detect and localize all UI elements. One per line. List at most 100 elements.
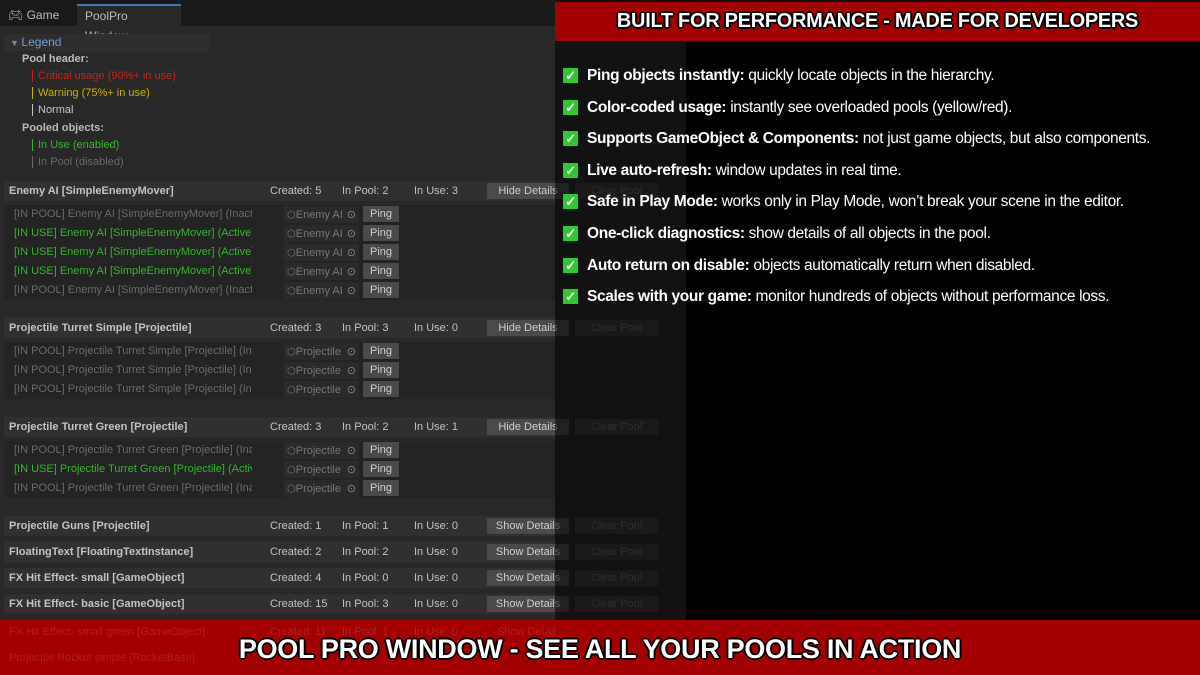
feature-description: objects automatically return when disabl… xyxy=(749,256,1035,274)
cube-icon: ⬡ xyxy=(287,286,296,297)
object-field-name: Projectile xyxy=(295,464,341,476)
legend-in-use: In Use (enabled) xyxy=(32,139,119,151)
pool-in-pool-count: In Pool: 1 xyxy=(342,520,389,532)
ping-button[interactable]: Ping xyxy=(363,442,399,458)
ping-button[interactable]: Ping xyxy=(363,244,399,260)
object-picker-icon[interactable]: ⊙ xyxy=(347,381,356,398)
legend-in-pool: In Pool (disabled) xyxy=(32,156,124,168)
pooled-object-label: [IN USE] Enemy AI [SimpleEnemyMover] (Ac… xyxy=(14,265,252,277)
pool-created-count: Created: 2 xyxy=(270,546,322,558)
pool-header: FX Hit Effect- small [GameObject] Created… xyxy=(4,568,658,588)
ping-button[interactable]: Ping xyxy=(363,263,399,279)
pool-in-pool-count: In Pool: 3 xyxy=(342,322,389,334)
object-picker-icon[interactable]: ⊙ xyxy=(347,480,356,497)
object-field-name: Projectile xyxy=(295,445,341,457)
pool-in-pool-count: In Pool: 2 xyxy=(342,421,389,433)
feature-description: works only in Play Mode, won’t break you… xyxy=(717,193,1125,211)
ping-button[interactable]: Ping xyxy=(363,225,399,241)
object-field[interactable]: ⬡Projectile ⊙ xyxy=(284,461,359,478)
tab-game[interactable]: 🎮︎ Game xyxy=(0,4,67,26)
object-field[interactable]: ⬡Projectile ⊙ xyxy=(284,381,359,398)
ping-button[interactable]: Ping xyxy=(363,480,399,496)
object-picker-icon[interactable]: ⊙ xyxy=(347,282,356,299)
pool-created-count: Created: 1 xyxy=(270,520,322,532)
checkbox-checked-icon: ✓ xyxy=(562,225,579,242)
checkbox-checked-icon: ✓ xyxy=(562,130,579,148)
checkbox-checked-icon: ✓ xyxy=(562,161,579,179)
pool-in-use-count: In Use: 0 xyxy=(414,520,459,532)
pool-in-use-count: In Use: 0 xyxy=(414,572,459,584)
object-picker-icon[interactable]: ⊙ xyxy=(347,362,356,379)
pooled-object-label: [IN POOL] Projectile Turret Simple [Proj… xyxy=(14,383,252,395)
ping-button[interactable]: Ping xyxy=(363,461,399,477)
cube-icon: ⬡ xyxy=(287,446,296,457)
feature-text: Auto return on disable: objects automati… xyxy=(587,256,1035,276)
pooled-object-row: [IN USE] Enemy AI [SimpleEnemyMover] (Ac… xyxy=(4,262,555,281)
pool-name: Projectile Turret Green [Projectile] xyxy=(9,421,188,433)
feature-title: Color-coded usage: xyxy=(587,98,727,116)
object-field[interactable]: ⬡Enemy AI ⊙ xyxy=(284,225,359,242)
object-field-name: Enemy AI xyxy=(295,266,343,278)
pooled-object-row: [IN POOL] Enemy AI [SimpleEnemyMover] (I… xyxy=(4,205,555,224)
object-field[interactable]: ⬡Enemy AI ⊙ xyxy=(284,244,359,261)
object-picker-icon[interactable]: ⊙ xyxy=(347,442,356,459)
pool-in-use-count: In Use: 0 xyxy=(414,322,459,334)
object-picker-icon[interactable]: ⊙ xyxy=(347,263,356,280)
legend-normal: Normal xyxy=(32,104,73,116)
feature-title: Supports GameObject & Components: xyxy=(587,130,859,148)
gamepad-icon: 🎮︎ xyxy=(8,8,27,22)
object-field[interactable]: ⬡Projectile ⊙ xyxy=(284,362,359,379)
pooled-object-row: [IN USE] Projectile Turret Green [Projec… xyxy=(4,460,555,479)
feature-text: Color-coded usage: instantly see overloa… xyxy=(587,98,1012,118)
object-picker-icon[interactable]: ⊙ xyxy=(347,343,356,360)
pool-created-count: Created: 3 xyxy=(270,421,322,433)
pooled-object-row: [IN POOL] Enemy AI [SimpleEnemyMover] (I… xyxy=(4,281,555,300)
object-field-name: Projectile xyxy=(295,384,341,396)
cube-icon: ⬡ xyxy=(287,248,296,259)
object-field-name: Projectile xyxy=(295,483,341,495)
object-picker-icon[interactable]: ⊙ xyxy=(347,206,356,223)
cube-icon: ⬡ xyxy=(287,465,296,476)
foldout-triangle-icon: ▼ xyxy=(10,38,22,48)
checkbox-checked-icon: ✓ xyxy=(562,67,579,84)
feature-text: One-click diagnostics: show details of a… xyxy=(587,224,991,244)
top-banner-title: BUILT FOR PERFORMANCE - MADE FOR DEVELOP… xyxy=(616,10,1139,32)
feature-description: quickly locate objects in the hierarchy. xyxy=(744,67,995,84)
pool-in-pool-count: In Pool: 0 xyxy=(342,572,389,584)
object-field[interactable]: ⬡Enemy AI ⊙ xyxy=(284,282,359,299)
feature-description: instantly see overloaded pools (yellow/r… xyxy=(726,98,1013,116)
checkbox-checked-icon: ✓ xyxy=(562,193,579,211)
legend-foldout[interactable]: ▼ Legend xyxy=(4,34,209,51)
cube-icon: ⬡ xyxy=(287,210,296,221)
ping-button[interactable]: Ping xyxy=(363,282,399,298)
ping-button[interactable]: Ping xyxy=(363,343,399,359)
object-field[interactable]: ⬡Enemy AI ⊙ xyxy=(284,263,359,280)
feature-title: One-click diagnostics: xyxy=(587,225,745,242)
object-picker-icon[interactable]: ⊙ xyxy=(347,225,356,242)
object-field[interactable]: ⬡Projectile ⊙ xyxy=(284,480,359,497)
pooled-object-label: [IN USE] Enemy AI [SimpleEnemyMover] (Ac… xyxy=(14,227,252,239)
pool-header: Projectile Turret Green [Projectile] Crea… xyxy=(4,417,658,437)
ping-button[interactable]: Ping xyxy=(363,206,399,222)
object-picker-icon[interactable]: ⊙ xyxy=(347,461,356,478)
tab-poolpro-window[interactable]: PoolPro Window xyxy=(77,4,181,43)
ping-button[interactable]: Ping xyxy=(363,362,399,378)
ping-button[interactable]: Ping xyxy=(363,381,399,397)
pool-header: Projectile Guns [Projectile] Created: 1 In… xyxy=(4,516,658,536)
pool-created-count: Created: 5 xyxy=(270,185,322,197)
object-field[interactable]: ⬡Projectile ⊙ xyxy=(284,343,359,360)
pooled-object-label: [IN USE] Projectile Turret Green [Projec… xyxy=(14,463,252,475)
pool-in-use-count: In Use: 3 xyxy=(414,185,459,197)
object-field[interactable]: ⬡Enemy AI ⊙ xyxy=(284,206,359,223)
pool-header: FX Hit Effect- basic [GameObject] Created… xyxy=(4,594,658,614)
pool-name: Enemy AI [SimpleEnemyMover] xyxy=(9,185,174,197)
pooled-object-label: [IN USE] Enemy AI [SimpleEnemyMover] (Ac… xyxy=(14,246,252,258)
cube-icon: ⬡ xyxy=(287,484,296,495)
object-picker-icon[interactable]: ⊙ xyxy=(347,244,356,261)
feature-description: monitor hundreds of objects without perf… xyxy=(751,288,1110,306)
pooled-object-row: [IN POOL] Projectile Turret Simple [Proj… xyxy=(4,342,555,361)
feature-title: Scales with your game: xyxy=(587,288,752,306)
feature-description: window updates in real time. xyxy=(711,161,902,179)
object-field[interactable]: ⬡Projectile ⊙ xyxy=(284,442,359,459)
legend-critical: Critical usage (90%+ in use) xyxy=(32,70,176,82)
